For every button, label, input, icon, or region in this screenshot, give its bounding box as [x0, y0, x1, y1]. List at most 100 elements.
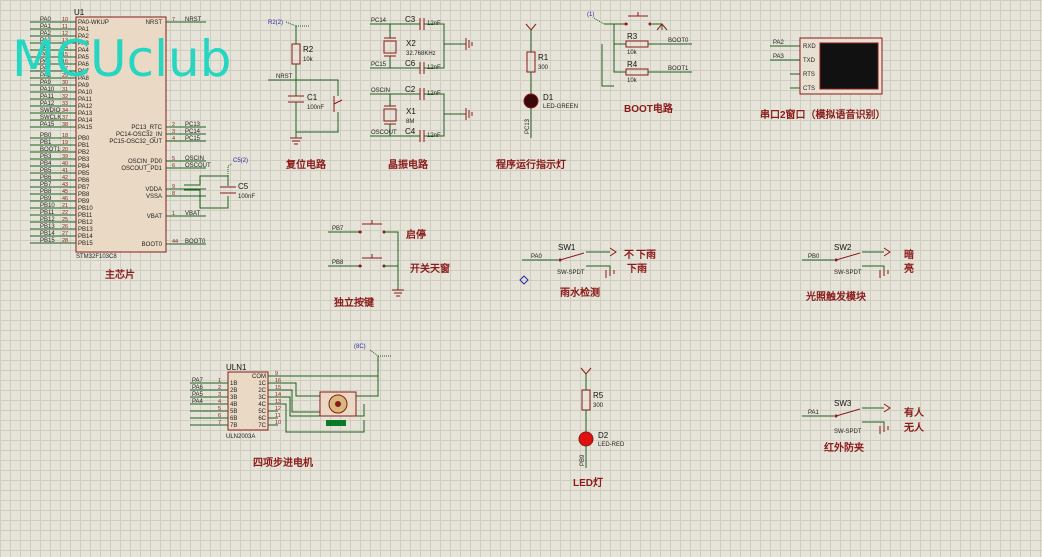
ir-caption: 红外防夹 [824, 441, 864, 454]
mcu-left-pin-inner: PB14 [78, 234, 93, 240]
mcu-right-pin-inner: VDDA [145, 187, 162, 193]
light-sensor[interactable]: PB0 SW2 SW-SPDT 暗 亮 光照触发模块 [802, 243, 914, 303]
sw3-switch [835, 408, 861, 417]
mcu-right-pin-net: BOOT0 [185, 239, 206, 245]
mcu-left-pin-label: PA0 [40, 17, 52, 23]
uln-input-pin: 3B [230, 395, 237, 401]
sw3-part: SW-SPDT [834, 429, 862, 435]
mcu-left-pin-label: PB5 [40, 168, 52, 174]
sw3-ref: SW3 [834, 399, 852, 408]
mcu-left-pin-inner: PA15 [78, 125, 93, 131]
uln-output-pin: 3C [258, 395, 266, 401]
mcu-left-pin-inner: PB15 [78, 241, 93, 247]
uart-screen [819, 42, 879, 90]
r2-resistor [291, 43, 301, 65]
sw2-part: SW-SPDT [834, 270, 862, 276]
mcu-left-pin-label: PB11 [40, 210, 55, 216]
c5-ref: C5 [238, 182, 249, 191]
runled-net: PC13 [525, 118, 531, 134]
uart-caption: 串口2窗口（模拟语音识别） [760, 108, 886, 121]
c2-ref: C2 [405, 85, 416, 94]
x1-net1: OSCIN [371, 88, 390, 94]
mcu-right-pin-num: 4 [172, 136, 175, 142]
mcu-right-pin-inner: VBAT [147, 214, 163, 220]
ir-sensor[interactable]: PA1 SW3 SW-SPDT 有人 无人 红外防夹 [802, 399, 925, 454]
crystal-circuit[interactable]: PC14 PC15 X2 32.768KHz C3 12nF C6 12nF O… [370, 15, 473, 171]
uln-input-num: 5 [218, 406, 221, 412]
mcu-left-pin-num: 46 [62, 196, 68, 202]
uln-output-num: 10 [275, 420, 281, 426]
rain-caption: 雨水检测 [560, 286, 600, 299]
r5-resistor [581, 389, 591, 411]
mcu-left-pin-num: 38 [62, 122, 68, 128]
reset-probe: R2(2) [268, 20, 283, 26]
mcu-left-pin-inner: PB1 [78, 143, 90, 149]
rain-sensor[interactable]: PA0 SW1 SW-SPDT 不 下雨 下雨 雨水检测 [519, 243, 656, 299]
mcu-right-pin-inner: OSCOUT_PD1 [121, 166, 162, 172]
mcu-ref: U1 [74, 8, 85, 17]
mcu-left-pin-label: PB6 [40, 175, 52, 181]
mcu-right-pin-num: 5 [172, 156, 175, 162]
mcu-left-pin-inner: PA11 [78, 97, 92, 103]
mcu-right-pin-inner: PC13_RTC [131, 125, 162, 131]
key2-button [358, 254, 382, 267]
led2-circuit[interactable]: R5 300 D2 LED-RED PB9 LED灯 [573, 367, 625, 489]
sw1-vcc-icon [609, 247, 617, 257]
mcu-left-pin-inner: PB0 [78, 136, 90, 142]
sw1-part: SW-SPDT [557, 270, 585, 276]
reset-circuit[interactable]: R2(2) R2 10k NRST C1 100nF 复位电路 [268, 20, 343, 171]
mcu-left-pin-label: PB3 [40, 154, 52, 160]
boot-key [622, 12, 648, 25]
schematic-canvas[interactable]: U1 STM32F103C8 主芯片 PA0 10 PA0-WKUPPA1 11 PA1… [0, 0, 1042, 557]
uln-input-num: 6 [218, 413, 221, 419]
c5-probe: C5(2) [233, 158, 248, 164]
uln-output-pin: COM [252, 374, 266, 380]
mcu-left-pin-num: 34 [62, 108, 68, 114]
c6-ref: C6 [405, 59, 416, 68]
uart-terminal[interactable]: PA2 PA3 RXD TXD RTS CTS 串口2窗口（模拟语音识别） [760, 37, 886, 121]
c1-value: 100nF [307, 105, 324, 111]
r2-value: 10k [303, 57, 314, 63]
stepper-circuit[interactable]: ULN1 ULN2003A PA7 1 1B PA6 2 2B PA5 3 3B PA4 4 4B 5 5… [190, 344, 392, 469]
run-led-circuit[interactable]: R1 300 D1 LED-GREEN PC13 程序运行指示灯 [496, 23, 578, 171]
r3-value: 10k [627, 50, 638, 56]
uln-input-pin: 5B [230, 409, 237, 415]
uln-output-pin: 1C [258, 381, 266, 387]
mcu-left-pin-num: 19 [62, 140, 68, 146]
led2-caption: LED灯 [573, 476, 603, 489]
mcu-left-pin-inner: PB10 [78, 206, 93, 212]
mcu-left-pin-num: 33 [62, 101, 68, 107]
boot1-net: BOOT1 [668, 66, 689, 72]
mcu-left-pin-label: PB7 [40, 182, 52, 188]
mcu-left-pin-inner: PB6 [78, 178, 90, 184]
light-t1: 暗 [904, 248, 914, 261]
uln-probe: (8C) [354, 344, 366, 350]
mcu-right-pin-num: 2 [172, 122, 175, 128]
keys-circuit[interactable]: PB7 PB8 启停 开关天窗 独立按键 [328, 220, 450, 309]
boot0-net: BOOT0 [668, 38, 689, 44]
mcu-left-pin-inner: PB11 [78, 213, 93, 219]
boot-circuit[interactable]: (1) R3 10k R4 10k BOOT0 BOOT1 BOOT电路 [587, 12, 692, 115]
x2-value: 32.768KHz [406, 51, 436, 57]
uln-output-num: 9 [275, 371, 278, 377]
mcu-right-pin-num: 3 [172, 129, 175, 135]
sw1-ref: SW1 [558, 243, 576, 252]
key1-net: PB7 [332, 226, 344, 232]
uln-input-net: PA5 [192, 392, 204, 398]
reset-net: NRST [276, 74, 293, 80]
rain-t1-tail: 下雨 [636, 249, 656, 261]
mcu-left-pin-num: 40 [62, 161, 68, 167]
uart-pin-rts: RTS [803, 72, 815, 78]
uln-input-pin: 6B [230, 416, 237, 422]
key1-label: 启停 [406, 228, 426, 241]
mcu-left-pin-label: PB13 [40, 224, 55, 230]
sw1-switch [559, 252, 585, 261]
mcu-right-pin-net: VBAT [185, 211, 201, 217]
cursor-marker-icon [519, 275, 529, 285]
mcu-right-pin-net: OSCIN [185, 156, 204, 162]
uart-net2: PA3 [773, 54, 785, 60]
mcu-left-pin-num: 37 [62, 115, 68, 121]
crystal-caption: 晶振电路 [388, 158, 429, 171]
uart-pin-rxd: RXD [803, 44, 816, 50]
uln-output-num: 12 [275, 406, 281, 412]
